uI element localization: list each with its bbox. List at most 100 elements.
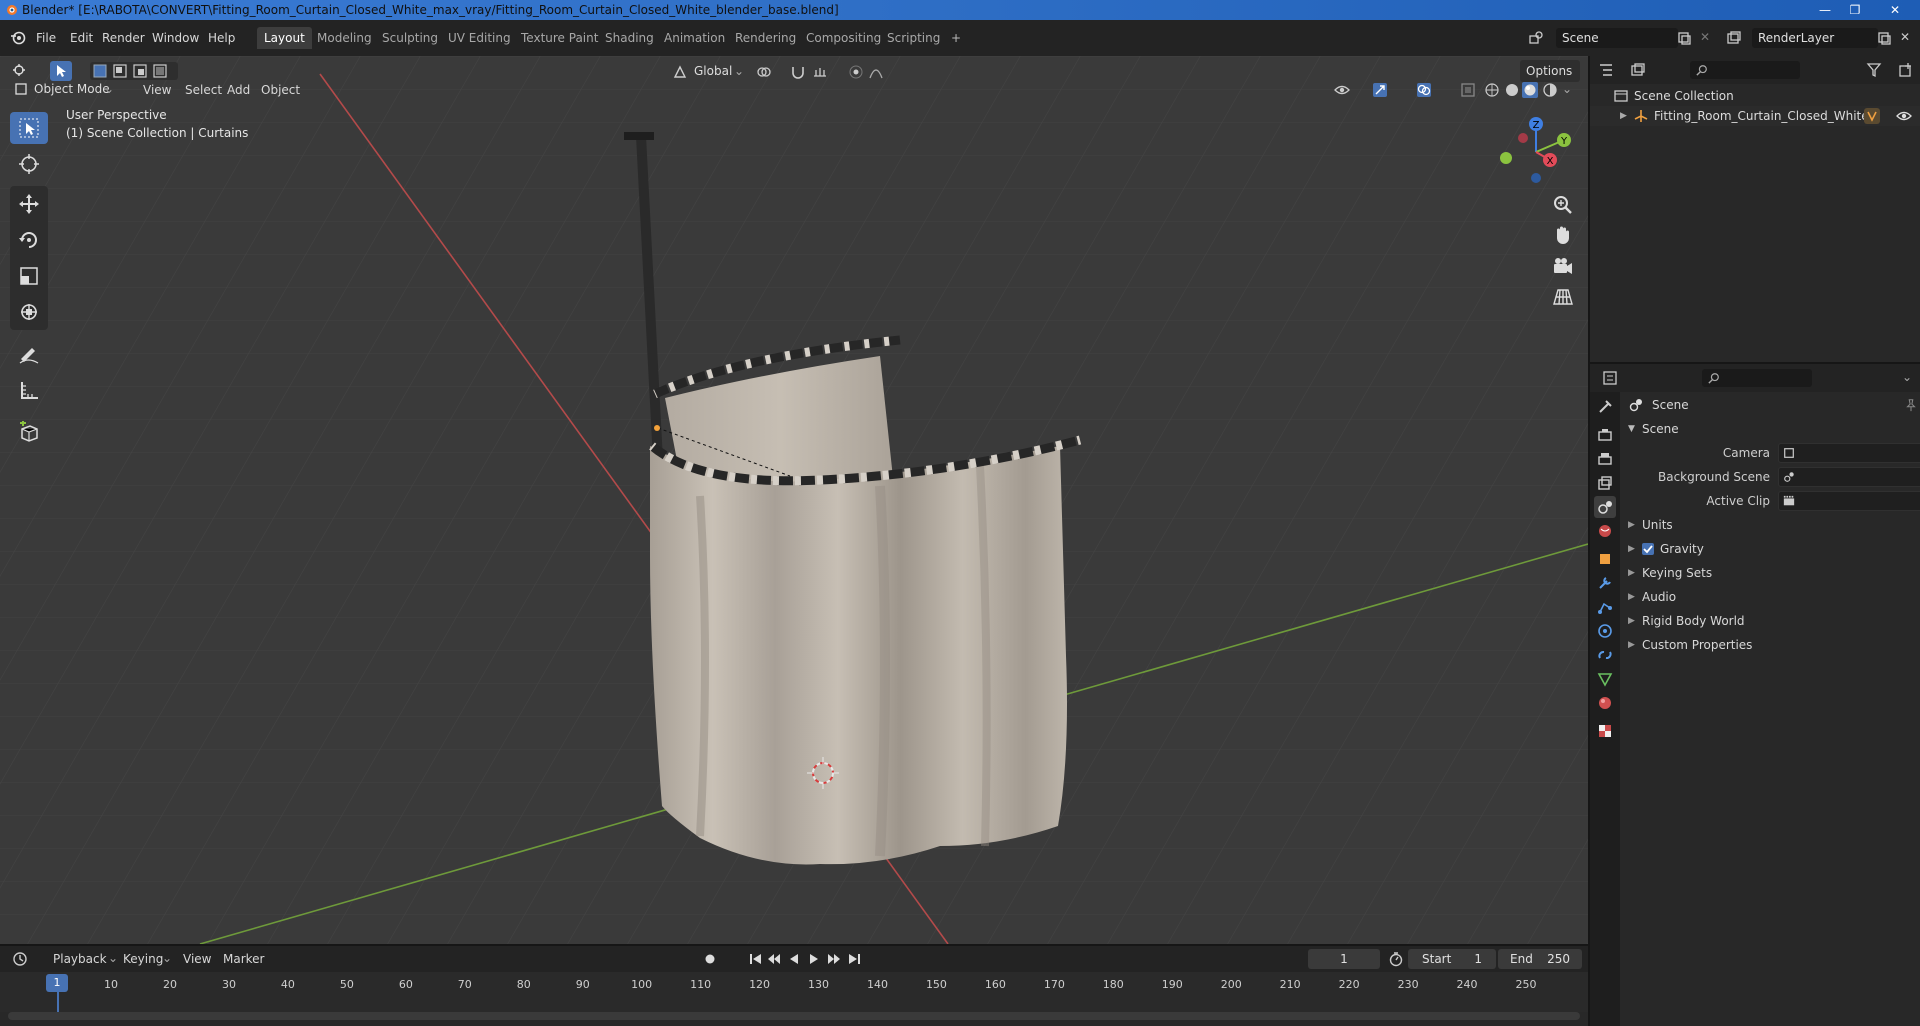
gravity-checkbox[interactable] (1642, 543, 1654, 555)
rendered-shading-icon[interactable] (1542, 82, 1558, 98)
subpanel-custom-properties[interactable]: ▶ Custom Properties (1620, 634, 1920, 656)
viewport-menu-object[interactable]: Object (256, 80, 305, 100)
gizmo-toggle-icon[interactable] (1372, 82, 1388, 98)
prop-background-scene-field[interactable] (1778, 467, 1920, 487)
jump-to-keyframe-back-icon[interactable] (766, 951, 782, 967)
tab-physics[interactable] (1594, 620, 1616, 642)
menu-render[interactable]: Render (96, 28, 151, 48)
shading-options-chevron-icon[interactable]: ⌄ (1562, 82, 1572, 96)
remove-view-layer-icon[interactable]: ✕ (1900, 30, 1916, 46)
tab-rendering[interactable]: Rendering (728, 27, 803, 49)
tool-cursor[interactable] (10, 148, 48, 180)
tool-scale[interactable] (10, 260, 48, 292)
timeline-menu-view[interactable]: View (178, 949, 216, 969)
object-mode-dropdown[interactable]: Object Mode ⌄ (10, 78, 118, 100)
tool-rotate[interactable] (10, 224, 48, 256)
end-frame-field[interactable]: End 250 (1498, 949, 1582, 969)
tool-select-box[interactable] (10, 112, 48, 144)
scene-panel-header[interactable]: ▼ Scene (1620, 418, 1920, 440)
start-frame-field[interactable]: Start 1 (1408, 949, 1496, 969)
tool-add-cube[interactable] (10, 416, 48, 448)
gizmo-neg-z-handle[interactable] (1531, 173, 1541, 183)
viewport-menu-view[interactable]: View (138, 80, 176, 100)
tab-object-data[interactable] (1594, 668, 1616, 690)
properties-editor-icon[interactable] (1602, 370, 1618, 386)
navigation-gizmo[interactable]: Z Y X (1494, 112, 1574, 192)
tab-object[interactable] (1594, 548, 1616, 570)
timeline-menu-playback[interactable]: Playback (48, 949, 112, 969)
outliner-search-input[interactable] (1690, 61, 1800, 79)
tool-transform[interactable] (10, 296, 48, 328)
copy-scene-icon[interactable] (1676, 30, 1692, 46)
snap-icon[interactable] (790, 64, 806, 80)
menu-file[interactable]: File (30, 28, 62, 48)
proportional-falloff-icon[interactable] (868, 64, 884, 80)
material-shading-icon[interactable] (1522, 82, 1538, 98)
jump-to-start-icon[interactable] (748, 951, 764, 967)
properties-search-input[interactable] (1702, 369, 1812, 387)
outliner-row-object[interactable]: ▶ Fitting_Room_Curtain_Closed_White (1590, 106, 1920, 126)
jump-to-end-icon[interactable] (846, 951, 862, 967)
tool-move[interactable] (10, 188, 48, 220)
wireframe-shading-icon[interactable] (1484, 82, 1500, 98)
timeline-frame-ruler[interactable]: 10 20 30 40 50 60 70 80 90 100 110 120 130 140 150 160 1… (0, 972, 1588, 1012)
visibility-eye-icon[interactable] (1334, 82, 1350, 98)
scene-selector[interactable]: Scene (1556, 28, 1678, 48)
copy-view-layer-icon[interactable] (1876, 30, 1892, 46)
timeline-menu-keying[interactable]: Keying (118, 949, 168, 969)
3d-viewport[interactable]: Global ⌄ Options Object Mode ⌄ View Sele… (0, 56, 1588, 944)
blender-menu-icon[interactable] (10, 30, 26, 46)
camera-view-icon[interactable] (1550, 254, 1576, 280)
gizmo-neg-y-handle[interactable] (1500, 152, 1512, 164)
tab-output[interactable] (1594, 448, 1616, 470)
pan-hand-icon[interactable] (1550, 222, 1576, 248)
perspective-grid-icon[interactable] (1550, 284, 1576, 310)
subpanel-rigid-body-world[interactable]: ▶ Rigid Body World (1620, 610, 1920, 632)
stopwatch-icon[interactable] (1388, 951, 1404, 967)
menu-window[interactable]: Window (146, 28, 205, 48)
tab-modeling[interactable]: Modeling (310, 27, 379, 49)
close-icon[interactable]: ✕ (1880, 0, 1910, 20)
zoom-icon[interactable] (1550, 192, 1576, 218)
tab-tool[interactable] (1594, 396, 1616, 418)
tool-annotate[interactable] (10, 338, 48, 370)
maximize-icon[interactable]: ❐ (1840, 0, 1870, 20)
tab-modifiers[interactable] (1594, 572, 1616, 594)
remove-scene-icon[interactable]: ✕ (1700, 30, 1716, 46)
tab-view-layer[interactable] (1594, 472, 1616, 494)
tool-measure[interactable] (10, 374, 48, 406)
snap-increment-icon[interactable] (812, 64, 828, 80)
tab-scene[interactable] (1594, 496, 1616, 518)
tab-texture-paint[interactable]: Texture Paint (514, 27, 605, 49)
subpanel-gravity[interactable]: ▶ Gravity (1620, 538, 1920, 560)
view-layer-selector[interactable]: RenderLayer (1752, 28, 1878, 48)
editor-type-icon[interactable] (12, 63, 28, 79)
viewport-menu-add[interactable]: Add (222, 80, 255, 100)
timeline-menu-marker[interactable]: Marker (218, 949, 269, 969)
outliner-row-scene-collection[interactable]: Scene Collection (1590, 86, 1920, 106)
current-frame-field[interactable]: 1 (1308, 949, 1380, 969)
viewport-menu-select[interactable]: Select (180, 80, 227, 100)
visibility-eye-icon[interactable] (1896, 108, 1912, 124)
solid-shading-icon[interactable] (1504, 82, 1520, 98)
proportional-editing-icon[interactable] (848, 64, 864, 80)
play-icon[interactable] (806, 951, 822, 967)
prop-active-clip-field[interactable] (1778, 491, 1920, 511)
menu-edit[interactable]: Edit (64, 28, 99, 48)
timeline-editor-icon[interactable] (12, 951, 28, 967)
tab-scripting[interactable]: Scripting (880, 27, 947, 49)
minimize-icon[interactable]: — (1810, 0, 1840, 20)
xray-toggle-icon[interactable] (1460, 82, 1476, 98)
subpanel-units[interactable]: ▶ Units (1620, 514, 1920, 536)
display-mode-icon[interactable] (1630, 62, 1646, 78)
gizmo-neg-x-handle[interactable] (1518, 133, 1528, 143)
tab-uv-editing[interactable]: UV Editing (441, 27, 518, 49)
tab-constraints[interactable] (1594, 644, 1616, 666)
tab-render[interactable] (1594, 424, 1616, 446)
options-dropdown[interactable]: Options (1520, 60, 1580, 82)
jump-to-keyframe-forward-icon[interactable] (826, 951, 842, 967)
viewport-scene[interactable] (0, 56, 1588, 944)
timeline-scrollbar[interactable] (8, 1012, 1580, 1020)
add-workspace-button[interactable]: + (944, 27, 968, 49)
tab-sculpting[interactable]: Sculpting (375, 27, 445, 49)
